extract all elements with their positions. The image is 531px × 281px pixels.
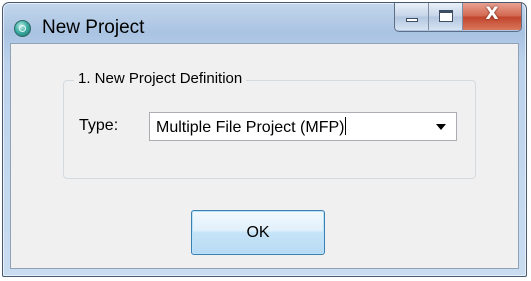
window-title: New Project <box>42 17 145 38</box>
project-type-dropdown[interactable]: Multiple File Project (MFP) <box>149 112 457 141</box>
caption-buttons: X <box>394 3 522 32</box>
group-title: 1. New Project Definition <box>74 70 247 87</box>
maximize-button[interactable] <box>429 3 463 30</box>
text-caret <box>345 117 347 135</box>
title-bar[interactable]: New Project X <box>3 3 526 45</box>
app-icon <box>14 20 31 37</box>
type-label: Type: <box>79 117 119 134</box>
close-icon: X <box>485 4 499 24</box>
minimize-icon <box>406 18 418 22</box>
maximize-icon <box>439 10 453 22</box>
project-type-value: Multiple File Project (MFP) <box>156 117 347 136</box>
minimize-button[interactable] <box>395 3 429 30</box>
ok-button[interactable]: OK <box>191 210 325 255</box>
project-definition-group: 1. New Project Definition Type: Multiple… <box>63 70 476 179</box>
dialog-body: 1. New Project Definition Type: Multiple… <box>10 43 519 269</box>
close-button[interactable]: X <box>463 3 521 30</box>
chevron-down-icon[interactable] <box>436 124 446 130</box>
new-project-dialog: New Project X 1. New Project Definition … <box>2 2 527 277</box>
